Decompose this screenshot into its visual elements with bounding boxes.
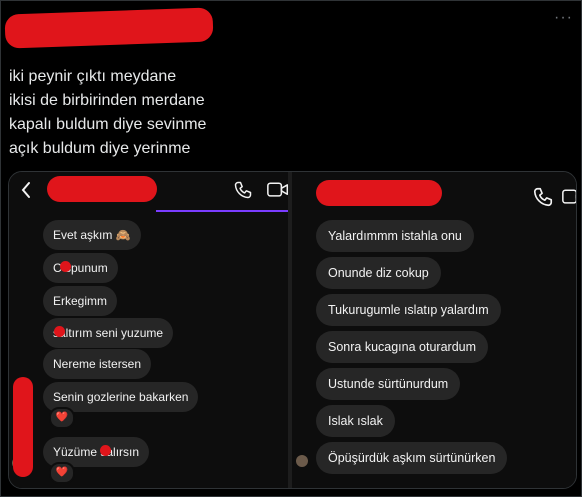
message-bubble: Yalardımmm istahla onu [316,220,474,252]
right-chat-screenshot: Yalardımmm istahla onu Onunde diz cokup … [292,172,576,488]
message-bubble: Öpüşürdük aşkım sürtünürken [316,442,508,474]
tweet-line: ikisi de birbirinden merdane [9,92,205,109]
tweet-text: iki peynir çıktı meydane ikisi de birbir… [9,65,309,161]
phone-icon[interactable] [532,186,554,208]
avatar [296,455,308,467]
message-bubble: Islak ıslak [316,405,395,437]
redaction-dot [60,261,71,272]
message-bubble: Erkegimm [43,286,118,316]
redacted-avatar [13,377,33,477]
header-underline [156,210,288,212]
phone-icon[interactable] [233,180,253,200]
message-bubble: C spunum [43,253,118,283]
message-bubble: Nereme istersen [43,349,152,379]
message-bubble: Onunde diz cokup [316,257,441,289]
redacted-author-name [4,7,214,49]
tweet-card: ··· iki peynir çıktı meydane ikisi de bi… [0,0,582,497]
message-bubble: Sonra kucagına oturardum [316,331,489,363]
message-bubble: Evet aşkım 🙈 [43,220,141,250]
redacted-contact-name [316,180,442,206]
redacted-contact-name [47,176,157,202]
heart-reaction: ❤️ [49,407,75,429]
tweet-line: açık buldum diye yerinme [9,140,191,157]
more-options-icon[interactable]: ··· [554,9,573,27]
video-camera-icon[interactable] [267,181,288,199]
tweet-line: iki peynir çıktı meydane [9,68,177,85]
video-camera-icon[interactable] [562,188,576,206]
redaction-dot [100,445,111,456]
heart-reaction: ❤️ [49,462,75,484]
left-chat-screenshot: Evet aşkım 🙈 C spunum Erkegimm saltırım … [9,172,288,488]
message-bubble: Tukurugumle ıslatıp yalardım [316,294,501,326]
chevron-left-icon[interactable] [19,180,33,200]
redaction-dot [54,326,65,337]
message-bubble: Ustunde sürtünurdum [316,368,461,400]
tweet-media[interactable]: Evet aşkım 🙈 C spunum Erkegimm saltırım … [8,171,577,489]
tweet-line: kapalı buldum diye sevinme [9,116,207,133]
